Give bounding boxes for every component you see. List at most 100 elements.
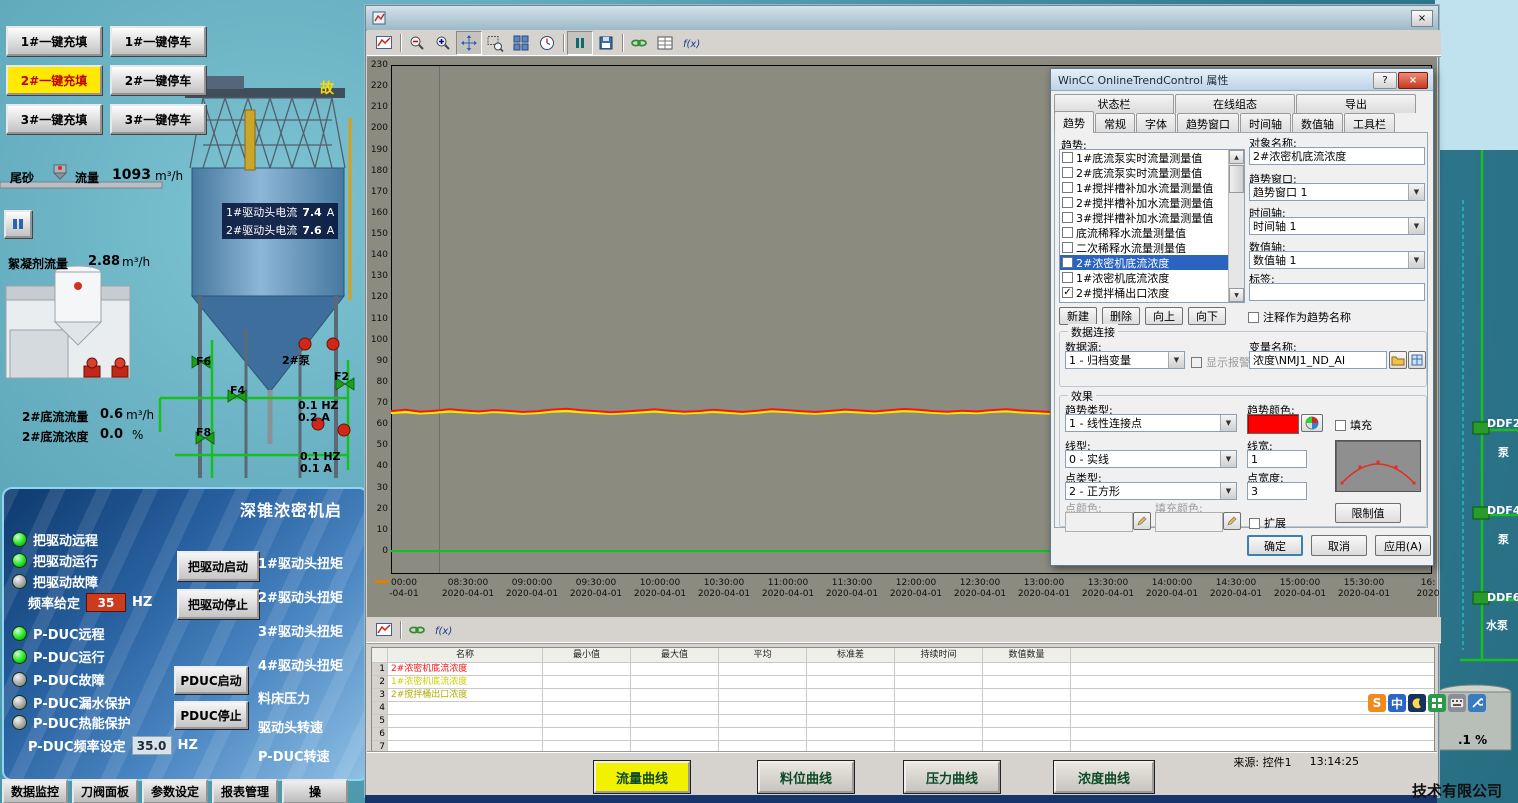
- tab-工具栏[interactable]: 工具栏: [1344, 113, 1395, 133]
- trend-color-swatch[interactable]: [1247, 414, 1299, 434]
- list-button-向下[interactable]: 向下: [1188, 307, 1226, 325]
- tab-导出[interactable]: 导出: [1296, 94, 1416, 113]
- value-axis-select[interactable]: 数值轴 1 ▼: [1249, 251, 1425, 269]
- limit-values-button[interactable]: 限制值: [1335, 503, 1401, 523]
- list-scrollbar[interactable]: ▲▼: [1228, 150, 1244, 302]
- tab-趋势[interactable]: 趋势: [1054, 111, 1094, 133]
- close-icon[interactable]: ×: [1411, 10, 1433, 27]
- export-icon[interactable]: [593, 31, 619, 55]
- scroll-up-icon[interactable]: ▲: [1229, 150, 1244, 164]
- table-row[interactable]: 21#浓密机底流浓度: [372, 676, 1434, 689]
- browse-tag-button[interactable]: [1389, 351, 1407, 369]
- table-row[interactable]: 12#浓密机底流浓度: [372, 663, 1434, 676]
- trend-checkbox[interactable]: [1062, 152, 1073, 163]
- nav-button-3[interactable]: 参数设定: [142, 779, 208, 803]
- trend-list-item[interactable]: 3#搅拌槽补加水流量测量值: [1060, 210, 1244, 225]
- trend-type-select[interactable]: 1 - 线性连接点 ▼: [1065, 414, 1237, 432]
- trend-checkbox[interactable]: [1062, 242, 1073, 253]
- ok-button[interactable]: 确定: [1247, 535, 1303, 556]
- fill-button-5[interactable]: 3#一键充填: [6, 104, 102, 134]
- fill-button-2[interactable]: 1#一键停车: [110, 26, 206, 56]
- line-type-select[interactable]: 0 - 实线 ▼: [1065, 450, 1237, 468]
- trend-list-item[interactable]: 2#底流泵实时流量测量值: [1060, 165, 1244, 180]
- trend-checkbox[interactable]: [1062, 167, 1073, 178]
- table-row[interactable]: 6: [372, 728, 1434, 741]
- chevron-down-icon[interactable]: ▼: [1220, 451, 1236, 467]
- statistics-table[interactable]: 名称最小值最大值平均标准差持续时间数值数量12#浓密机底流浓度21#浓密机底流浓…: [371, 647, 1435, 753]
- annotation-checkbox-row[interactable]: 注释作为趋势名称: [1248, 309, 1351, 325]
- curve-button-压力曲线[interactable]: 压力曲线: [904, 761, 1000, 793]
- clock-icon[interactable]: [534, 31, 560, 55]
- help-icon[interactable]: ?: [1373, 72, 1397, 89]
- line-width-field[interactable]: 1: [1247, 450, 1307, 468]
- mini-window-button[interactable]: [4, 210, 32, 238]
- fill-button-6[interactable]: 3#一键停车: [110, 104, 206, 134]
- stats-icon[interactable]: [652, 31, 678, 55]
- extend-checkbox[interactable]: [1249, 518, 1260, 529]
- pause-icon[interactable]: [567, 31, 593, 55]
- fill-button-1[interactable]: 1#一键充填: [6, 26, 102, 56]
- trend-list-item[interactable]: 1#浓密机底流浓度: [1060, 270, 1244, 285]
- trend-window-select[interactable]: 趋势窗口 1 ▼: [1249, 183, 1425, 201]
- ime-wrench-icon[interactable]: [1468, 694, 1486, 712]
- tag-info-button[interactable]: [1408, 351, 1426, 369]
- chevron-down-icon[interactable]: ▼: [1220, 415, 1236, 431]
- zoom-area-icon[interactable]: [482, 31, 508, 55]
- trend-checkbox[interactable]: ✓: [1062, 257, 1073, 268]
- chevron-down-icon[interactable]: ▼: [1408, 218, 1424, 234]
- zoom-out-icon[interactable]: [404, 31, 430, 55]
- tag-field[interactable]: [1249, 283, 1425, 301]
- trend-checkbox[interactable]: [1062, 227, 1073, 238]
- curve-button-料位曲线[interactable]: 料位曲线: [758, 761, 854, 793]
- link-icon[interactable]: [404, 618, 430, 642]
- nav-button-4[interactable]: 报表管理: [212, 779, 278, 803]
- list-button-新建[interactable]: 新建: [1059, 307, 1097, 325]
- setpoint-value[interactable]: 35.0: [132, 736, 172, 755]
- panel-button-PDUC停止[interactable]: PDUC停止: [174, 701, 248, 729]
- panel-button-把驱动启动[interactable]: 把驱动启动: [177, 551, 259, 581]
- nav-button-1[interactable]: 数据监控: [2, 779, 68, 803]
- setpoint-value[interactable]: 35: [86, 593, 126, 612]
- ime-logo[interactable]: S: [1368, 694, 1386, 712]
- fill-checkbox-row[interactable]: 填充: [1335, 417, 1372, 433]
- tab-时间轴[interactable]: 时间轴: [1240, 113, 1291, 133]
- curve-button-流量曲线[interactable]: 流量曲线: [594, 761, 690, 793]
- fill-checkbox[interactable]: [1335, 420, 1346, 431]
- list-button-删除[interactable]: 删除: [1102, 307, 1140, 325]
- trend-checkbox[interactable]: [1062, 182, 1073, 193]
- tab-趋势窗口[interactable]: 趋势窗口: [1177, 113, 1239, 133]
- trend-checkbox[interactable]: [1062, 272, 1073, 283]
- trend-props-icon[interactable]: [371, 618, 397, 642]
- trend-checkbox[interactable]: [1062, 197, 1073, 208]
- ime-moon-icon[interactable]: [1408, 694, 1426, 712]
- trend-checkbox[interactable]: [1062, 212, 1073, 223]
- scroll-thumb[interactable]: [1229, 165, 1244, 193]
- grid-icon[interactable]: [508, 31, 534, 55]
- datasource-select[interactable]: 1 - 归档变量 ▼: [1065, 351, 1185, 369]
- trend-window-titlebar[interactable]: ×: [366, 6, 1438, 31]
- extend-checkbox-row[interactable]: 扩展: [1249, 515, 1286, 531]
- chevron-down-icon[interactable]: ▼: [1168, 352, 1184, 368]
- pan-icon[interactable]: [456, 31, 482, 55]
- nav-button-5[interactable]: 操: [282, 779, 348, 803]
- ime-grid-icon[interactable]: [1428, 694, 1446, 712]
- ime-keyboard-icon[interactable]: [1448, 694, 1466, 712]
- trend-checkbox[interactable]: ✓: [1062, 287, 1073, 298]
- varname-field[interactable]: 浓度\NMJ1_ND_AI: [1249, 351, 1387, 369]
- fill-button-4[interactable]: 2#一键停车: [110, 65, 206, 95]
- time-axis-select[interactable]: 时间轴 1 ▼: [1249, 217, 1425, 235]
- trend-list-item[interactable]: 二次稀释水流量测量值: [1060, 240, 1244, 255]
- trend-list[interactable]: 1#底流泵实时流量测量值2#底流泵实时流量测量值1#搅拌槽补加水流量测量值2#搅…: [1059, 149, 1245, 303]
- ime-language[interactable]: 中: [1388, 694, 1406, 712]
- table-row[interactable]: 4: [372, 702, 1434, 715]
- curve-button-浓度曲线[interactable]: 浓度曲线: [1054, 761, 1154, 793]
- trend-list-item[interactable]: ✓2#搅拌桶出口浓度: [1060, 285, 1244, 300]
- apply-button[interactable]: 应用(A): [1375, 535, 1431, 556]
- tab-在线组态[interactable]: 在线组态: [1175, 94, 1295, 113]
- scroll-down-icon[interactable]: ▼: [1229, 288, 1244, 302]
- trend-list-item[interactable]: ✓2#浓密机底流浓度: [1060, 255, 1244, 270]
- color-picker-button[interactable]: [1301, 414, 1323, 432]
- point-width-field[interactable]: 3: [1247, 482, 1307, 500]
- link-icon[interactable]: [626, 31, 652, 55]
- trend-list-item[interactable]: 底流稀释水流量测量值: [1060, 225, 1244, 240]
